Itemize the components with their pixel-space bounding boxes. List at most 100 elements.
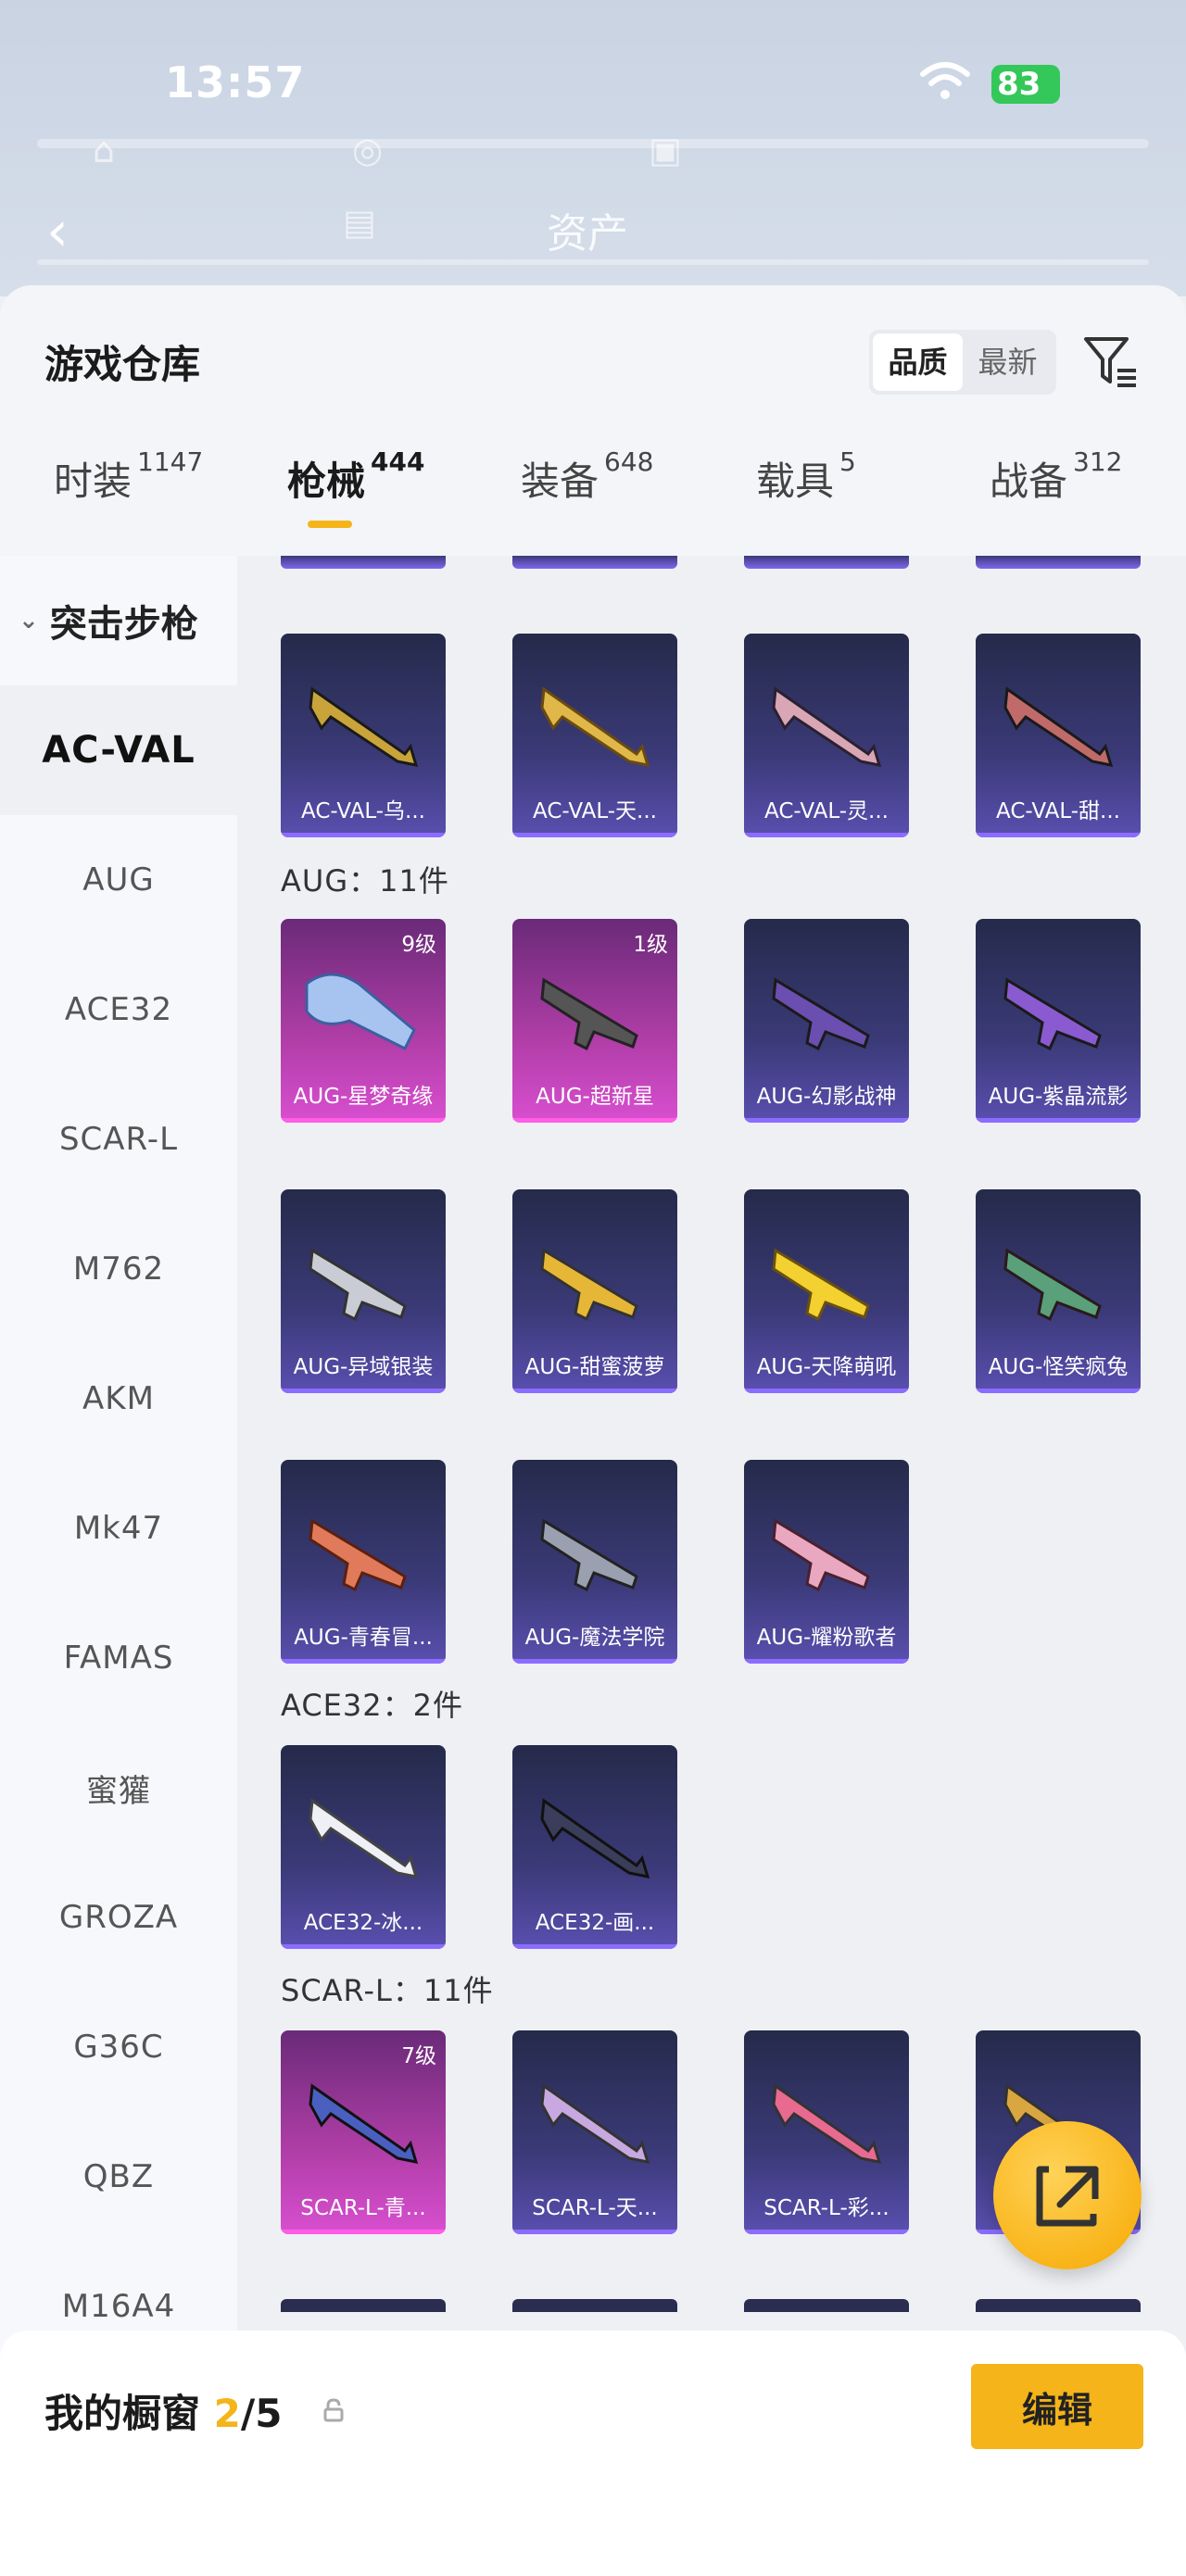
- back-arrow-icon[interactable]: ‹: [46, 204, 69, 259]
- skin-name: SCAR-L-天...: [532, 2196, 658, 2220]
- rifle-icon: [305, 973, 416, 1051]
- sidebar-item-aug[interactable]: AUG: [0, 815, 237, 945]
- rifle-icon: [540, 1248, 638, 1322]
- skin-card[interactable]: ACE32-画...: [512, 1745, 677, 1949]
- rifle-icon: [309, 1518, 407, 1592]
- sidebar-item-mk47[interactable]: Mk47: [0, 1464, 237, 1593]
- sidebar-item-g36c[interactable]: G36C: [0, 1982, 237, 2112]
- rifle-icon: [540, 1518, 638, 1592]
- skin-name: AC-VAL-灵...: [764, 799, 889, 823]
- tab-vehicles[interactable]: 载具 5: [756, 446, 856, 552]
- skin-name: AUG-天降萌吼: [756, 1355, 897, 1379]
- rifle-icon: [540, 686, 650, 767]
- sort-quality-button[interactable]: 品质: [873, 333, 963, 391]
- skin-name: AUG-青春冒...: [294, 1626, 433, 1650]
- skin-card[interactable]: AUG-魔法学院: [512, 1460, 677, 1664]
- card-stub: [976, 2299, 1141, 2312]
- skin-name: AUG-幻影战神: [756, 1085, 897, 1109]
- skin-card[interactable]: AUG-天降萌吼: [744, 1189, 909, 1393]
- sidebar-item-famas[interactable]: FAMAS: [0, 1593, 237, 1723]
- skin-card[interactable]: AUG-异域银装: [281, 1189, 446, 1393]
- rifle-icon: [772, 2083, 882, 2164]
- rifle-icon: [772, 686, 882, 767]
- card-stub: [744, 556, 909, 569]
- skin-name: ACE32-画...: [535, 1911, 655, 1935]
- showcase-bar: 我的橱窗 2/5 编辑: [0, 2331, 1186, 2576]
- sidebar-item-ace32[interactable]: ACE32: [0, 945, 237, 1074]
- skin-name: AC-VAL-天...: [533, 799, 657, 823]
- skin-card[interactable]: AC-VAL-灵...: [744, 634, 909, 837]
- sidebar-item-groza[interactable]: GROZA: [0, 1853, 237, 1982]
- skin-card[interactable]: 1级 AUG-超新星: [512, 919, 677, 1123]
- sidebar-item-honey-badger[interactable]: 蜜獾: [0, 1723, 237, 1853]
- sidebar-item-m762[interactable]: M762: [0, 1204, 237, 1334]
- sort-toggle: 品质 最新: [869, 330, 1056, 395]
- sidebar-item-qbz[interactable]: QBZ: [0, 2112, 237, 2242]
- skin-name: ACE32-冰...: [303, 1911, 423, 1935]
- sidebar-item-ac-val[interactable]: AC-VAL: [0, 685, 237, 815]
- skin-name: AUG-魔法学院: [524, 1626, 665, 1650]
- skin-card[interactable]: 7级 SCAR-L-青...: [281, 2030, 446, 2234]
- skin-card[interactable]: AUG-幻影战神: [744, 919, 909, 1123]
- rifle-icon: [772, 1518, 870, 1592]
- skin-name: AUG-耀粉歌者: [756, 1626, 897, 1650]
- card-stub: [512, 2299, 677, 2312]
- skin-card[interactable]: AC-VAL-乌...: [281, 634, 446, 837]
- skin-card[interactable]: AUG-青春冒...: [281, 1460, 446, 1664]
- skin-name: AUG-甜蜜菠萝: [524, 1355, 665, 1379]
- tab-supplies[interactable]: 战备 312: [990, 446, 1122, 552]
- card-stub: [976, 556, 1141, 569]
- share-button[interactable]: [993, 2121, 1142, 2269]
- sort-latest-button[interactable]: 最新: [963, 333, 1053, 391]
- skin-card[interactable]: AUG-甜蜜菠萝: [512, 1189, 677, 1393]
- tab-equipment[interactable]: 装备 648: [521, 446, 653, 552]
- share-external-icon: [1036, 2166, 1099, 2227]
- sidebar-group-assault-rifles[interactable]: ⌄ 突击步枪: [0, 556, 237, 685]
- tab-guns[interactable]: 枪械 444: [287, 446, 424, 552]
- card-stub: [281, 556, 446, 569]
- header-tab-assets[interactable]: 资产: [547, 200, 628, 259]
- sidebar-item-akm[interactable]: AKM: [0, 1334, 237, 1464]
- card-stub: [281, 2299, 446, 2312]
- card-stub: [744, 2299, 909, 2312]
- rifle-icon: [1003, 1248, 1102, 1322]
- skin-card[interactable]: SCAR-L-天...: [512, 2030, 677, 2234]
- rifle-icon: [309, 1798, 419, 1879]
- skin-card[interactable]: SCAR-L-彩...: [744, 2030, 909, 2234]
- section-header-scar-l: SCAR-L：11件: [281, 1973, 494, 2008]
- rifle-icon: [540, 977, 638, 1051]
- app-root: ⌂ ◎ ▣ ▤ 13:57 83 ‹ 资产 游戏仓库 品质 最新 时装 1147 …: [0, 0, 1186, 2576]
- battery-indicator: 83: [991, 65, 1060, 104]
- active-tab-indicator: [308, 521, 352, 528]
- tab-fashion[interactable]: 时装 1147: [54, 446, 203, 552]
- skin-card[interactable]: AC-VAL-甜...: [976, 634, 1141, 837]
- skin-card[interactable]: ACE32-冰...: [281, 1745, 446, 1949]
- skin-card[interactable]: AUG-怪笑疯兔: [976, 1189, 1141, 1393]
- rifle-icon: [772, 1248, 870, 1322]
- showcase-title: 我的橱窗 2/5: [44, 2391, 283, 2436]
- skin-name: AUG-紫晶流影: [988, 1085, 1129, 1109]
- wifi-icon: [920, 62, 970, 99]
- skin-card[interactable]: AC-VAL-天...: [512, 634, 677, 837]
- rifle-icon: [309, 686, 419, 767]
- sidebar-item-scar-l[interactable]: SCAR-L: [0, 1074, 237, 1204]
- section-header-aug: AUG：11件: [281, 863, 449, 898]
- skin-name: AC-VAL-甜...: [996, 799, 1120, 823]
- skin-card[interactable]: AUG-耀粉歌者: [744, 1460, 909, 1664]
- rifle-icon: [309, 1248, 407, 1322]
- rifle-icon: [1003, 977, 1102, 1051]
- filter-icon[interactable]: [1082, 333, 1140, 391]
- skin-name: AUG-怪笑疯兔: [988, 1355, 1129, 1379]
- section-header-ace32: ACE32：2件: [281, 1688, 463, 1723]
- skin-card[interactable]: AUG-紫晶流影: [976, 919, 1141, 1123]
- skin-name: SCAR-L-青...: [300, 2196, 426, 2220]
- status-time: 13:57: [165, 57, 306, 107]
- warehouse-title: 游戏仓库: [44, 342, 201, 387]
- skin-card[interactable]: 9级 AUG-星梦奇缘: [281, 919, 446, 1123]
- rifle-icon: [540, 1798, 650, 1879]
- edit-button[interactable]: 编辑: [971, 2364, 1143, 2449]
- card-stub: [512, 556, 677, 569]
- rifle-icon: [540, 2083, 650, 2164]
- weapon-sidebar: ⌄ 突击步枪 AC-VAL AUG ACE32 SCAR-L M762 AKM M…: [0, 556, 237, 2576]
- rifle-icon: [772, 977, 870, 1051]
